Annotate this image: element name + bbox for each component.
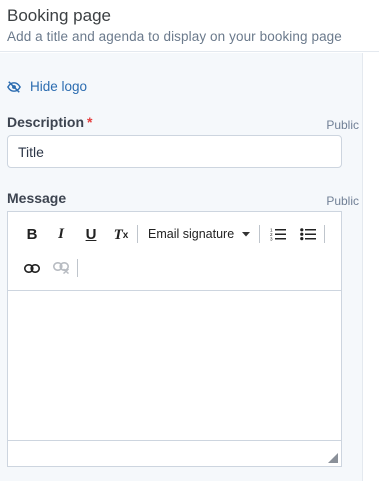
svg-text:3: 3 — [270, 237, 273, 242]
insert-link-button[interactable] — [22, 258, 42, 278]
toolbar-separator — [77, 259, 78, 277]
email-signature-dropdown[interactable]: Email signature — [148, 224, 251, 244]
resize-handle-icon[interactable] — [328, 453, 338, 463]
message-label: Message — [7, 190, 67, 206]
required-mark: * — [87, 114, 93, 130]
italic-button[interactable]: I — [51, 224, 71, 244]
numbered-list-icon: 1 2 3 — [270, 228, 286, 242]
toolbar-separator — [324, 225, 325, 243]
underline-button[interactable]: U — [81, 224, 101, 244]
bold-button[interactable]: B — [22, 224, 42, 244]
message-editor: B I U Tx Email signature 1 2 3 — [7, 211, 342, 467]
clear-format-button[interactable]: Tx — [110, 224, 132, 246]
bullet-list-icon — [300, 228, 316, 241]
link-icon — [24, 263, 40, 273]
description-label: Description * — [7, 114, 92, 130]
message-content-area[interactable] — [8, 292, 341, 440]
description-input[interactable] — [7, 135, 342, 168]
description-label-text: Description — [7, 114, 85, 130]
page-subtitle: Add a title and agenda to display on you… — [7, 29, 342, 44]
unlink-icon — [52, 262, 69, 274]
toolbar-separator — [259, 225, 260, 243]
email-signature-label: Email signature — [148, 227, 235, 241]
caret-down-icon — [242, 231, 251, 236]
clear-format-label: T — [113, 226, 123, 243]
eye-slash-icon — [7, 80, 21, 93]
scrollbar[interactable] — [362, 53, 379, 481]
page-header: Booking page Add a title and agenda to d… — [0, 0, 379, 52]
page-title: Booking page — [7, 6, 111, 25]
remove-link-button[interactable] — [51, 258, 71, 278]
description-visibility: Public — [326, 118, 359, 132]
numbered-list-button[interactable]: 1 2 3 — [268, 224, 288, 244]
editor-statusbar — [8, 440, 341, 466]
clear-format-sub: x — [122, 229, 129, 241]
toolbar-separator — [137, 225, 138, 243]
bullet-list-button[interactable] — [298, 224, 318, 244]
editor-toolbar: B I U Tx Email signature 1 2 3 — [8, 212, 341, 291]
hide-logo-label: Hide logo — [30, 79, 88, 94]
hide-logo-button[interactable]: Hide logo — [7, 79, 87, 94]
message-visibility: Public — [326, 194, 359, 208]
